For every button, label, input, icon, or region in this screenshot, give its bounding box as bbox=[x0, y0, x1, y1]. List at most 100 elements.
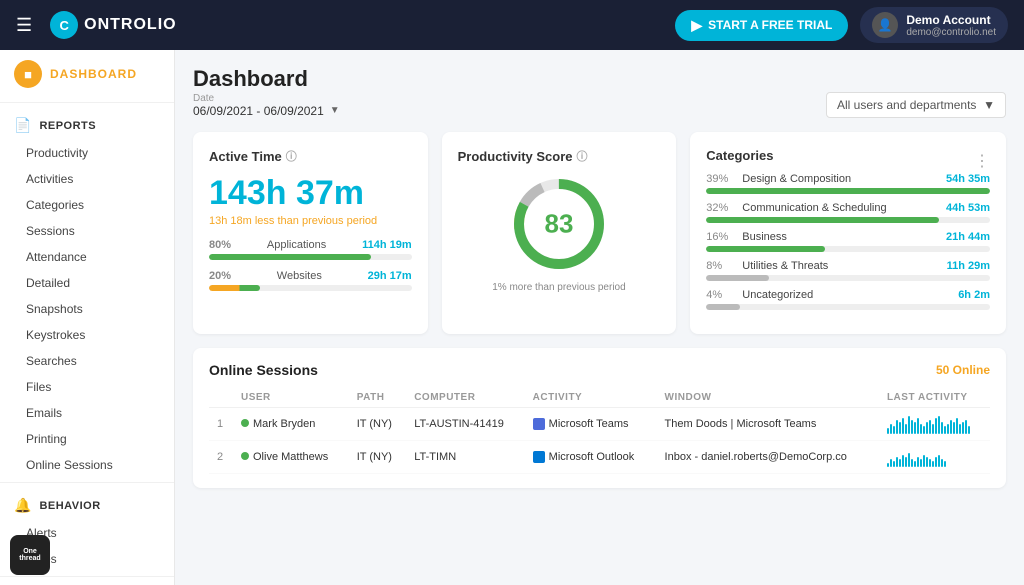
categories-card: Categories ⋮ 39% Design & Composition 54… bbox=[690, 132, 1006, 334]
sparkline-chart bbox=[887, 414, 982, 434]
behavior-icon: 🔔 bbox=[14, 497, 31, 514]
sidebar-item-categories[interactable]: Categories bbox=[0, 192, 174, 218]
activity-icon bbox=[533, 451, 545, 463]
dept-selector[interactable]: All users and departments ▼ bbox=[826, 92, 1006, 118]
sidebar-item-productivity[interactable]: Productivity bbox=[0, 140, 174, 166]
hamburger-menu[interactable]: ☰ bbox=[16, 15, 32, 36]
dept-chevron-icon: ▼ bbox=[983, 98, 995, 112]
date-chevron-icon: ▼ bbox=[330, 105, 340, 116]
sessions-header: Online Sessions 50 Online bbox=[209, 362, 990, 378]
column-header: USER bbox=[233, 388, 349, 408]
sessions-header-row: USERPATHCOMPUTERACTIVITYWINDOWLAST ACTIV… bbox=[209, 388, 990, 408]
websites-bar-bg bbox=[209, 285, 412, 291]
websites-bar-fill bbox=[209, 285, 260, 291]
apps-pct: 80% bbox=[209, 239, 231, 251]
page-title: Dashboard bbox=[193, 66, 308, 91]
table-row: 1 Mark Bryden IT (NY) LT-AUSTIN-41419 Mi… bbox=[209, 408, 990, 441]
sidebar-item-activities[interactable]: Activities bbox=[0, 166, 174, 192]
behavior-section-header: 🔔 BEHAVIOR bbox=[0, 487, 174, 520]
dashboard-icon: ■ bbox=[14, 60, 42, 88]
categories-menu-icon[interactable]: ⋮ bbox=[974, 151, 990, 171]
websites-pct: 20% bbox=[209, 270, 231, 282]
logo-text: ONTROLIO bbox=[84, 16, 176, 34]
behavior-label: BEHAVIOR bbox=[39, 500, 100, 512]
user-email: demo@controlio.net bbox=[906, 27, 996, 38]
donut-chart: 83 bbox=[509, 174, 609, 274]
sidebar-item-emails[interactable]: Emails bbox=[0, 400, 174, 426]
date-label: Date bbox=[193, 93, 340, 104]
productivity-sub: 1% more than previous period bbox=[492, 282, 625, 293]
column-header: PATH bbox=[349, 388, 406, 408]
column-header: COMPUTER bbox=[406, 388, 524, 408]
divider-3 bbox=[0, 576, 174, 577]
productivity-title: Productivity Score ⓘ bbox=[458, 148, 661, 164]
column-header: LAST ACTIVITY bbox=[879, 388, 990, 408]
websites-value: 29h 17m bbox=[368, 270, 412, 282]
sidebar-item-sessions[interactable]: Sessions bbox=[0, 218, 174, 244]
categories-header: Categories ⋮ bbox=[706, 148, 990, 173]
sparkline-chart bbox=[887, 447, 982, 467]
user-account-menu[interactable]: 👤 Demo Account demo@controlio.net bbox=[860, 7, 1008, 43]
sidebar: ■ DASHBOARD 📄 REPORTS Productivity Activ… bbox=[0, 50, 175, 585]
page-date-row: Date 06/09/2021 - 06/09/2021 ▼ All users… bbox=[193, 92, 1006, 118]
productivity-info-icon: ⓘ bbox=[577, 148, 588, 164]
trial-button[interactable]: ▶ START A FREE TRIAL bbox=[675, 10, 848, 41]
user-status-dot bbox=[241, 419, 249, 427]
online-sessions-card: Online Sessions 50 Online USERPATHCOMPUT… bbox=[193, 348, 1006, 488]
column-header: WINDOW bbox=[657, 388, 879, 408]
websites-progress: 20% Websites 29h 17m bbox=[209, 270, 412, 291]
main-content: Dashboard Date 06/09/2021 - 06/09/2021 ▼… bbox=[175, 50, 1024, 585]
nav-actions: ▶ START A FREE TRIAL 👤 Demo Account demo… bbox=[675, 7, 1008, 43]
online-badge: 50 Online bbox=[936, 363, 990, 377]
apps-label: Applications bbox=[267, 239, 326, 251]
sidebar-item-online-sessions[interactable]: Online Sessions bbox=[0, 452, 174, 478]
reports-label: REPORTS bbox=[39, 120, 96, 132]
reports-icon: 📄 bbox=[14, 117, 31, 134]
logo-area: ☰ C ONTROLIO bbox=[16, 11, 675, 39]
divider-2 bbox=[0, 482, 174, 483]
top-navigation: ☰ C ONTROLIO ▶ START A FREE TRIAL 👤 Demo… bbox=[0, 0, 1024, 50]
donut-score: 83 bbox=[544, 209, 573, 240]
donut-wrap: 83 1% more than previous period bbox=[458, 174, 661, 293]
onethread-logo: Onethread bbox=[10, 535, 50, 575]
activity-icon bbox=[533, 418, 545, 430]
websites-label: Websites bbox=[277, 270, 322, 282]
column-header bbox=[209, 388, 233, 408]
sidebar-item-snapshots[interactable]: Snapshots bbox=[0, 296, 174, 322]
category-row: 8% Utilities & Threats 11h 29m bbox=[706, 260, 990, 281]
active-time-title: Active Time ⓘ bbox=[209, 148, 412, 164]
user-status-dot bbox=[241, 452, 249, 460]
sessions-title: Online Sessions bbox=[209, 362, 318, 378]
table-row: 2 Olive Matthews IT (NY) LT-TIMN Microso… bbox=[209, 441, 990, 474]
sessions-body: 1 Mark Bryden IT (NY) LT-AUSTIN-41419 Mi… bbox=[209, 408, 990, 474]
sidebar-item-attendance[interactable]: Attendance bbox=[0, 244, 174, 270]
user-name: Demo Account bbox=[906, 13, 996, 27]
sidebar-item-dashboard[interactable]: ■ DASHBOARD bbox=[0, 50, 174, 98]
reports-section-header: 📄 REPORTS bbox=[0, 107, 174, 140]
sidebar-item-printing[interactable]: Printing bbox=[0, 426, 174, 452]
sidebar-item-detailed[interactable]: Detailed bbox=[0, 270, 174, 296]
category-row: 4% Uncategorized 6h 2m bbox=[706, 289, 990, 310]
avatar: 👤 bbox=[872, 12, 898, 38]
categories-title: Categories bbox=[706, 148, 773, 163]
apps-value: 114h 19m bbox=[362, 239, 412, 251]
column-header: ACTIVITY bbox=[525, 388, 657, 408]
sidebar-item-files[interactable]: Files bbox=[0, 374, 174, 400]
main-layout: ■ DASHBOARD 📄 REPORTS Productivity Activ… bbox=[0, 50, 1024, 585]
category-row: 32% Communication & Scheduling 44h 53m bbox=[706, 202, 990, 223]
active-time-value: 143h 37m bbox=[209, 174, 412, 213]
categories-list: 39% Design & Composition 54h 35m 32% Com… bbox=[706, 173, 990, 310]
sidebar-item-searches[interactable]: Searches bbox=[0, 348, 174, 374]
sidebar-item-keystrokes[interactable]: Keystrokes bbox=[0, 322, 174, 348]
user-info: Demo Account demo@controlio.net bbox=[906, 13, 996, 38]
logo-icon: C bbox=[50, 11, 78, 39]
system-section-header: ⚙ SYSTEM bbox=[0, 581, 174, 585]
stats-row: Active Time ⓘ 143h 37m 13h 18m less than… bbox=[193, 132, 1006, 334]
date-value: 06/09/2021 - 06/09/2021 bbox=[193, 104, 324, 118]
category-row: 39% Design & Composition 54h 35m bbox=[706, 173, 990, 194]
divider-1 bbox=[0, 102, 174, 103]
sessions-table: USERPATHCOMPUTERACTIVITYWINDOWLAST ACTIV… bbox=[209, 388, 990, 474]
active-time-info-icon: ⓘ bbox=[286, 148, 297, 164]
date-selector[interactable]: 06/09/2021 - 06/09/2021 ▼ bbox=[193, 104, 340, 118]
category-row: 16% Business 21h 44m bbox=[706, 231, 990, 252]
